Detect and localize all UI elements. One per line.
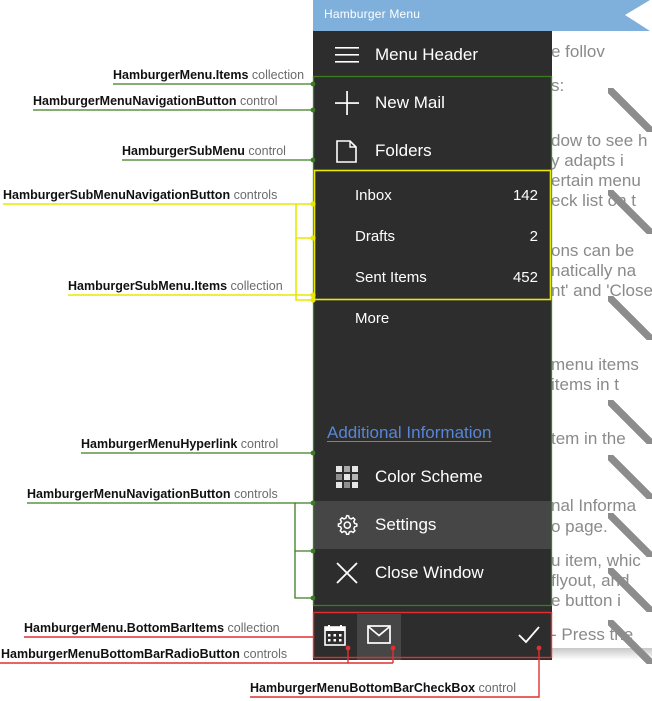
background-text-line: o page. xyxy=(551,517,608,536)
nav-button-label: Close Window xyxy=(375,563,484,582)
decorative-slash xyxy=(608,400,652,444)
decorative-slash xyxy=(608,568,652,612)
decorative-slash xyxy=(608,455,652,499)
plus-icon xyxy=(327,79,367,127)
bottombar-radio-calendar[interactable] xyxy=(313,614,357,660)
hamburger-submenu: Inbox 142 Drafts 2 Sent Items 452 xyxy=(313,175,552,298)
submenu-item-label: Drafts xyxy=(355,228,396,245)
background-text-line: e follov xyxy=(551,42,605,61)
background-text-line: dow to see h xyxy=(551,131,648,150)
nav-button-label: Folders xyxy=(375,141,432,160)
mail-icon xyxy=(367,625,391,649)
close-x-icon xyxy=(327,549,367,597)
nav-button-new-mail[interactable]: New Mail xyxy=(313,79,552,127)
additional-information-link[interactable]: Additional Information xyxy=(327,423,491,443)
nav-button-folders[interactable]: Folders xyxy=(313,127,552,175)
folder-icon xyxy=(327,127,367,175)
annotation-label-bottombar-items: HamburgerMenu.BottomBarItems collection xyxy=(24,621,280,635)
bottombar-radio-mail[interactable] xyxy=(357,614,401,660)
nav-button-label: Settings xyxy=(375,515,437,534)
submenu-item-label: More xyxy=(355,310,390,327)
background-text-line: y adapts i xyxy=(551,151,624,170)
nav-button-close-window[interactable]: Close Window xyxy=(313,549,552,597)
nav-button-settings[interactable]: Settings xyxy=(313,501,552,549)
submenu-item-drafts[interactable]: Drafts 2 xyxy=(313,216,552,257)
submenu-item-more[interactable]: More xyxy=(313,298,552,339)
decorative-slash xyxy=(608,190,652,234)
nav-button-color-scheme[interactable]: Color Scheme xyxy=(313,453,552,501)
background-text-line: natically na xyxy=(551,261,637,280)
menu-header-label: Menu Header xyxy=(375,45,479,64)
bottombar-checkbox[interactable] xyxy=(506,614,552,660)
submenu-item-label: Inbox xyxy=(355,187,392,204)
annotation-label-bottombar-checkbox: HamburgerMenuBottomBarCheckBox control xyxy=(250,681,517,695)
calendar-icon xyxy=(324,624,346,651)
background-text-line: ons can be xyxy=(551,241,635,260)
annotation-label-hyperlink: HamburgerMenuHyperlink control xyxy=(81,437,279,451)
checkmark-icon xyxy=(517,625,541,650)
annotation-label-submenu-items: HamburgerSubMenu.Items collection xyxy=(68,279,283,293)
menu-spacer xyxy=(313,339,552,413)
nav-button-label: Color Scheme xyxy=(375,467,483,486)
window-title: Hamburger Menu xyxy=(324,7,421,21)
annotation-label-submenu-nav-buttons: HamburgerSubMenuNavigationButton control… xyxy=(3,188,278,202)
decorative-slash xyxy=(608,513,652,557)
titlebar-arrow-shape xyxy=(625,0,650,31)
submenu-item-inbox[interactable]: Inbox 142 xyxy=(313,175,552,216)
decorative-slash xyxy=(608,620,652,664)
gear-icon xyxy=(327,501,367,549)
submenu-item-count: 142 xyxy=(512,187,538,204)
menu-header-button[interactable]: Menu Header xyxy=(313,31,552,79)
submenu-item-count: 452 xyxy=(512,269,538,286)
annotation-label-bottombar-radio: HamburgerMenuBottomBarRadioButton contro… xyxy=(1,647,288,661)
annotation-label-submenu: HamburgerSubMenu control xyxy=(122,144,286,158)
submenu-item-label: Sent Items xyxy=(355,269,427,286)
annotation-label-menu-items: HamburgerMenu.Items collection xyxy=(113,68,305,82)
annotation-label-nav-buttons: HamburgerMenuNavigationButton controls xyxy=(27,487,278,501)
background-text-line: ertain menu xyxy=(551,171,641,190)
nav-button-label: New Mail xyxy=(375,93,445,112)
background-text-line: s: xyxy=(551,76,565,95)
decorative-slash xyxy=(608,88,652,132)
hamburger-icon xyxy=(327,31,367,79)
background-text-line: menu items xyxy=(551,355,639,374)
background-text-line: items in t xyxy=(551,375,620,394)
decorative-slash xyxy=(608,296,652,340)
hamburger-menu-panel: Menu Header New Mail Folders Inbox 142 D… xyxy=(313,31,552,660)
bottom-bar xyxy=(313,614,552,660)
submenu-item-sent-items[interactable]: Sent Items 452 xyxy=(313,257,552,298)
leader-line-nav-buttons xyxy=(27,502,313,599)
annotation-label-nav-button: HamburgerMenuNavigationButton control xyxy=(33,94,278,108)
submenu-item-count: 2 xyxy=(529,228,538,245)
color-grid-icon xyxy=(327,453,367,501)
hyperlink-row[interactable]: Additional Information xyxy=(313,413,552,453)
